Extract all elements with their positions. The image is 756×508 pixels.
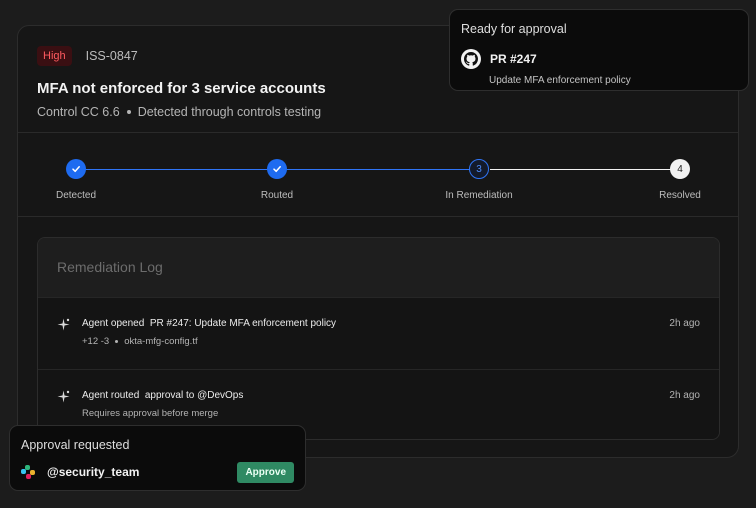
file-name: okta-mfg-config.tf (124, 336, 198, 347)
step-label-detected: Detected (55, 190, 97, 201)
log-time: 2h ago (669, 318, 700, 329)
step-label-routed: Routed (260, 190, 294, 201)
log-note: Requires approval before merge (82, 408, 219, 419)
sparkle-icon (57, 318, 71, 332)
approval-popup: Approval requested @security_team Approv… (9, 425, 306, 491)
issue-subtitle: Control CC 6.6 Detected through controls… (37, 105, 719, 119)
team-name: @security_team (47, 465, 140, 479)
log-entry[interactable]: Agent opened PR #247: Update MFA enforce… (38, 297, 719, 369)
log-text: PR #247: Update MFA enforcement policy (149, 318, 337, 329)
step-remediation-marker: 3 (469, 159, 489, 179)
detection-label: Detected through controls testing (137, 105, 322, 119)
popup-heading: Approval requested (21, 438, 130, 452)
pr-title: PR #247 (490, 52, 537, 66)
pr-description: Update MFA enforcement policy (489, 75, 631, 86)
step-detected-marker (66, 159, 86, 179)
step-label-remediation: In Remediation (445, 190, 513, 201)
step-resolved-marker: 4 (670, 159, 690, 179)
issue-id: ISS-0847 (85, 48, 138, 63)
popup-heading: Ready for approval (461, 22, 567, 36)
pr-ready-popup[interactable]: Ready for approval PR #247 Update MFA en… (449, 9, 749, 91)
check-icon (273, 166, 281, 173)
progress-stepper: 3 4 Detected Routed In Remediation Resol… (18, 133, 738, 217)
slack-icon (21, 465, 35, 479)
separator-dot (126, 110, 131, 114)
github-icon (461, 49, 481, 69)
remediation-log: Remediation Log Agent opened PR #247: Up… (37, 237, 720, 440)
diff-stat: +12 -3 (82, 336, 110, 347)
control-label: Control CC 6.6 (37, 105, 120, 119)
stepper-line-upcoming (490, 169, 680, 170)
log-title: Remediation Log (38, 238, 719, 297)
log-actor: Agent opened (82, 318, 145, 329)
step-routed-marker (267, 159, 287, 179)
approve-button[interactable]: Approve (237, 462, 294, 483)
log-actor: Agent routed (82, 390, 140, 401)
log-time: 2h ago (669, 390, 700, 401)
severity-badge: High (37, 45, 72, 66)
step-label-resolved: Resolved (659, 190, 701, 201)
separator-dot (115, 340, 119, 343)
log-text: approval to @DevOps (144, 390, 244, 401)
sparkle-icon (57, 390, 71, 404)
check-icon (72, 166, 80, 173)
